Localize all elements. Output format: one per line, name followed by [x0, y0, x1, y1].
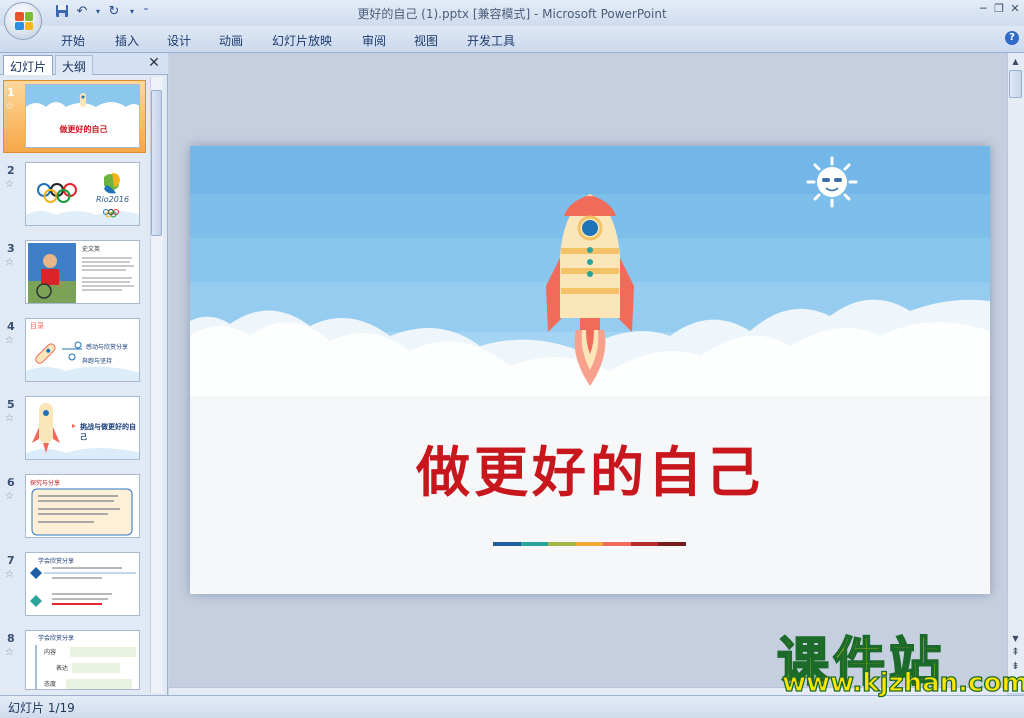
panel-scrollbar-thumb[interactable] — [151, 90, 162, 236]
thumb-4-line1: 感动与欣赏分享 — [86, 344, 129, 351]
title-divider — [493, 542, 687, 546]
slide-title[interactable]: 做更好的自己 — [190, 428, 990, 507]
minimize-icon[interactable]: ─ — [976, 2, 990, 16]
scroll-up-icon[interactable]: ▲ — [1009, 55, 1022, 68]
thumb-1-art — [26, 85, 139, 147]
tab-developer[interactable]: 开发工具 — [467, 32, 515, 49]
thumb-8-line1: 内容 — [44, 649, 57, 656]
help-icon[interactable]: ? — [1005, 31, 1019, 45]
thumb-3-title: 史文英 — [82, 246, 101, 253]
vertical-scrollbar[interactable] — [1007, 53, 1024, 693]
slide-number: 5 — [7, 398, 15, 411]
thumb-7-title: 学会欣赏分享 — [38, 558, 75, 565]
sun-icon — [806, 156, 858, 208]
slide-number: 4 — [7, 320, 15, 333]
transition-star-icon: ☆ — [5, 101, 14, 112]
transition-star-icon: ☆ — [5, 647, 14, 658]
thumb-8-title: 学会欣赏分享 — [38, 635, 75, 642]
slide-thumbnail-4[interactable]: 目录 感动与欣赏分享 奔跑与坚持 — [25, 318, 140, 382]
slide-number: 2 — [7, 164, 15, 177]
watermark-url: www.kjzhan.com — [781, 667, 1024, 698]
panel-close-icon[interactable]: ✕ — [146, 55, 162, 71]
slide-canvas[interactable]: 做更好的自己 — [190, 146, 990, 594]
slide-background-art — [190, 146, 990, 594]
slide-thumbnail-5[interactable]: 挑战与做更好的自己 — [25, 396, 140, 460]
vertical-scrollbar-thumb[interactable] — [1009, 70, 1022, 98]
window-title: 更好的自己 (1).pptx [兼容模式] - Microsoft PowerP… — [357, 7, 667, 21]
tab-slides[interactable]: 幻灯片 — [3, 55, 54, 75]
tab-outline[interactable]: 大纲 — [55, 55, 94, 75]
tab-view[interactable]: 视图 — [414, 32, 438, 49]
slide-indicator: 幻灯片 1/19 — [8, 701, 75, 715]
slide-thumbnail-8[interactable]: 学会欣赏分享 内容 表达 态度 — [25, 630, 140, 690]
slide-number: 1 — [7, 86, 15, 99]
close-icon[interactable]: ✕ — [1008, 2, 1022, 16]
thumb-4-line2: 奔跑与坚持 — [82, 358, 113, 365]
tab-design[interactable]: 设计 — [167, 32, 191, 49]
slide-number: 8 — [7, 632, 15, 645]
tab-home[interactable]: 开始 — [61, 32, 85, 49]
slide-number: 7 — [7, 554, 15, 567]
scroll-down-icon[interactable]: ▼ — [1009, 632, 1022, 645]
restore-icon[interactable]: ❐ — [992, 2, 1006, 16]
thumb-6-title: 探究与分享 — [30, 480, 61, 487]
tab-insert[interactable]: 插入 — [115, 32, 139, 49]
rio-logo-text: Rio2016 — [96, 195, 130, 204]
transition-star-icon: ☆ — [5, 413, 14, 424]
thumb-8-line3: 态度 — [44, 681, 57, 688]
previous-slide-icon[interactable]: ⇞ — [1009, 646, 1022, 659]
transition-star-icon: ☆ — [5, 257, 14, 268]
thumb-4-title: 目录 — [30, 322, 44, 330]
slide-number: 6 — [7, 476, 15, 489]
slide-thumbnail-1[interactable]: 做更好的自己 — [25, 84, 140, 148]
status-bar — [0, 695, 1024, 718]
tab-slideshow[interactable]: 幻灯片放映 — [272, 32, 332, 49]
slide-thumbnail-3[interactable]: 史文英 — [25, 240, 140, 304]
slide-thumbnail-2[interactable]: Rio2016 — [25, 162, 140, 226]
thumb-8-line2: 表达 — [56, 665, 69, 672]
transition-star-icon: ☆ — [5, 491, 14, 502]
slide-thumbnail-7[interactable]: 学会欣赏分享 — [25, 552, 140, 616]
transition-star-icon: ☆ — [5, 335, 14, 346]
office-logo-icon — [15, 12, 33, 30]
thumb-1-title: 做更好的自己 — [59, 125, 108, 134]
transition-star-icon: ☆ — [5, 179, 14, 190]
slide-number: 3 — [7, 242, 15, 255]
transition-star-icon: ☆ — [5, 569, 14, 580]
thumb-5-title: 挑战与做更好的自己 — [80, 423, 136, 441]
tab-animation[interactable]: 动画 — [219, 32, 243, 49]
slide-thumbnail-6[interactable]: 探究与分享 — [25, 474, 140, 538]
tab-review[interactable]: 审阅 — [362, 32, 386, 49]
office-button[interactable] — [4, 2, 42, 40]
